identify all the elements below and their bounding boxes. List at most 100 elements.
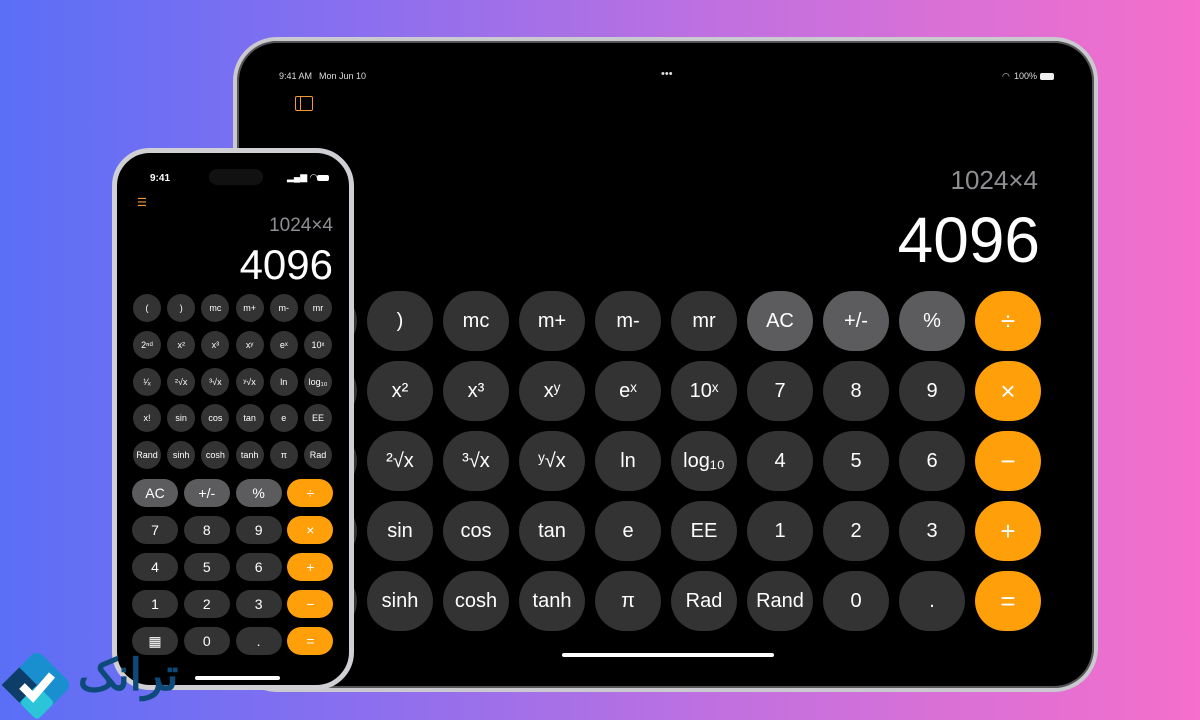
ipad-key[interactable]: AC bbox=[747, 291, 813, 351]
phone-sci-key[interactable]: ( bbox=[133, 294, 161, 322]
ipad-key[interactable]: Rand bbox=[747, 571, 813, 631]
ipad-key[interactable]: ³√x bbox=[443, 431, 509, 491]
ipad-home-indicator[interactable] bbox=[562, 653, 774, 657]
phone-sci-key[interactable]: cos bbox=[201, 404, 230, 433]
phone-sci-key[interactable]: m+ bbox=[235, 294, 264, 322]
phone-num-key[interactable]: = bbox=[287, 627, 334, 655]
phone-sci-key[interactable]: ) bbox=[167, 294, 196, 322]
ipad-key[interactable]: 5 bbox=[823, 431, 889, 491]
ipad-key[interactable]: 2 bbox=[823, 501, 889, 561]
phone-sci-key[interactable]: 10ˣ bbox=[304, 330, 332, 359]
phone-num-key[interactable]: 7 bbox=[132, 516, 178, 544]
ipad-key[interactable]: × bbox=[975, 361, 1041, 421]
phone-sci-key[interactable]: 2ⁿᵈ bbox=[133, 330, 161, 359]
phone-num-key[interactable]: 1 bbox=[132, 590, 178, 618]
phone-sci-key[interactable]: x³ bbox=[201, 330, 230, 359]
phone-num-key[interactable]: 3 bbox=[235, 590, 282, 618]
ipad-key[interactable]: π bbox=[595, 571, 661, 631]
phone-num-key[interactable]: 2 bbox=[183, 590, 230, 618]
phone-num-key[interactable]: 5 bbox=[183, 553, 230, 581]
phone-home-indicator[interactable] bbox=[195, 676, 280, 680]
phone-sci-key[interactable]: ¹⁄ₓ bbox=[133, 367, 161, 396]
phone-num-key[interactable]: 8 bbox=[183, 516, 230, 544]
ipad-key[interactable]: mc bbox=[443, 291, 509, 351]
ipad-key[interactable]: Rad bbox=[671, 571, 737, 631]
ipad-key[interactable]: 4 bbox=[747, 431, 813, 491]
ipad-key[interactable]: . bbox=[899, 571, 965, 631]
phone-sci-key[interactable]: xʸ bbox=[235, 330, 264, 359]
ipad-key[interactable]: m- bbox=[595, 291, 661, 351]
phone-sci-key[interactable]: Rand bbox=[133, 441, 161, 470]
phone-num-key[interactable]: AC bbox=[132, 479, 178, 507]
iphone-device: 9:41 ▂▄▆ ◠ ☰ 1024×4 4096 () mc m+ m-mr 2ⁿᵈ x²… bbox=[112, 148, 354, 690]
ipad-key[interactable]: sin bbox=[367, 501, 433, 561]
ipad-key[interactable]: 3 bbox=[899, 501, 965, 561]
ipad-key[interactable]: cosh bbox=[443, 571, 509, 631]
phone-num-key[interactable]: × bbox=[287, 516, 334, 544]
ipad-key[interactable]: + bbox=[975, 501, 1041, 561]
phone-sci-key[interactable]: π bbox=[269, 441, 298, 470]
phone-sci-key[interactable]: EE bbox=[304, 404, 332, 433]
ipad-key[interactable]: EE bbox=[671, 501, 737, 561]
ipad-key[interactable]: mr bbox=[671, 291, 737, 351]
ipad-key[interactable]: xʸ bbox=[519, 361, 585, 421]
phone-sci-key[interactable]: log₁₀ bbox=[304, 367, 332, 396]
ipad-key[interactable]: 10ˣ bbox=[671, 361, 737, 421]
phone-sci-key[interactable]: ln bbox=[269, 367, 298, 396]
ipad-key[interactable]: 7 bbox=[747, 361, 813, 421]
phone-num-key[interactable]: +/- bbox=[183, 479, 230, 507]
ipad-key[interactable]: 9 bbox=[899, 361, 965, 421]
ipad-key[interactable]: x³ bbox=[443, 361, 509, 421]
phone-sci-key[interactable]: mr bbox=[304, 294, 332, 322]
ipad-key[interactable]: − bbox=[975, 431, 1041, 491]
ipad-key[interactable]: 1 bbox=[747, 501, 813, 561]
multitask-dots[interactable]: ••• bbox=[661, 68, 673, 80]
phone-sci-key[interactable]: cosh bbox=[201, 441, 230, 470]
ipad-key[interactable]: ln bbox=[595, 431, 661, 491]
phone-sci-key[interactable]: sinh bbox=[167, 441, 196, 470]
ipad-key[interactable]: tanh bbox=[519, 571, 585, 631]
phone-num-key[interactable]: % bbox=[235, 479, 282, 507]
phone-num-key[interactable]: 6 bbox=[235, 553, 282, 581]
phone-sci-key[interactable]: sin bbox=[167, 404, 196, 433]
ipad-key[interactable]: e bbox=[595, 501, 661, 561]
ipad-key[interactable]: ʸ√x bbox=[519, 431, 585, 491]
phone-sci-key[interactable]: tan bbox=[235, 404, 264, 433]
phone-num-key[interactable]: 4 bbox=[132, 553, 178, 581]
ipad-key[interactable]: +/- bbox=[823, 291, 889, 351]
ipad-key[interactable]: sinh bbox=[367, 571, 433, 631]
phone-num-key[interactable]: . bbox=[235, 627, 282, 655]
phone-sci-key[interactable]: ʸ√x bbox=[235, 367, 264, 396]
ipad-key[interactable]: 0 bbox=[823, 571, 889, 631]
ipad-key[interactable]: eˣ bbox=[595, 361, 661, 421]
phone-num-key[interactable]: − bbox=[287, 590, 334, 618]
phone-sci-key[interactable]: e bbox=[269, 404, 298, 433]
ipad-key[interactable]: log₁₀ bbox=[671, 431, 737, 491]
ipad-key[interactable]: ÷ bbox=[975, 291, 1041, 351]
phone-sci-key[interactable]: x² bbox=[167, 330, 196, 359]
list-icon[interactable]: ☰ bbox=[137, 196, 147, 209]
phone-sci-key[interactable]: tanh bbox=[235, 441, 264, 470]
phone-sci-key[interactable]: ³√x bbox=[201, 367, 230, 396]
sidebar-toggle-icon[interactable] bbox=[295, 96, 313, 111]
ipad-key[interactable]: 8 bbox=[823, 361, 889, 421]
phone-sci-key[interactable]: mc bbox=[201, 294, 230, 322]
ipad-key[interactable]: tan bbox=[519, 501, 585, 561]
ipad-key[interactable]: 6 bbox=[899, 431, 965, 491]
ipad-key[interactable]: x² bbox=[367, 361, 433, 421]
phone-num-key[interactable]: 0 bbox=[183, 627, 230, 655]
phone-sci-key[interactable]: x! bbox=[133, 404, 161, 433]
ipad-key[interactable]: = bbox=[975, 571, 1041, 631]
phone-sci-key[interactable]: Rad bbox=[304, 441, 332, 470]
ipad-key[interactable]: m+ bbox=[519, 291, 585, 351]
phone-num-key[interactable]: 9 bbox=[235, 516, 282, 544]
phone-num-key[interactable]: + bbox=[287, 553, 334, 581]
ipad-key[interactable]: cos bbox=[443, 501, 509, 561]
ipad-key[interactable]: % bbox=[899, 291, 965, 351]
phone-sci-key[interactable]: ²√x bbox=[167, 367, 196, 396]
phone-sci-key[interactable]: eˣ bbox=[269, 330, 298, 359]
phone-sci-key[interactable]: m- bbox=[269, 294, 298, 322]
phone-num-key[interactable]: ÷ bbox=[287, 479, 334, 507]
ipad-key[interactable]: ) bbox=[367, 291, 433, 351]
ipad-key[interactable]: ²√x bbox=[367, 431, 433, 491]
